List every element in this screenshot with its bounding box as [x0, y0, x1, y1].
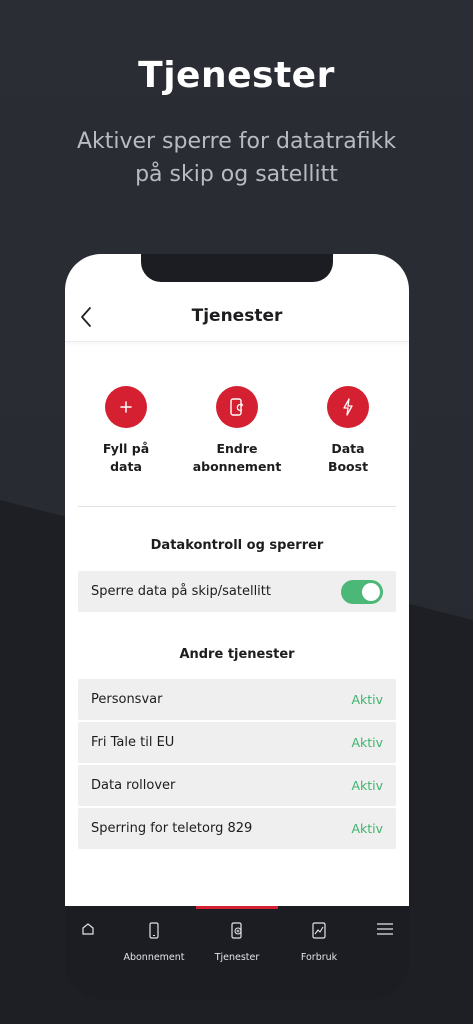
- menu-icon: [377, 923, 393, 935]
- change-subscription-label-line1: Endre: [216, 441, 258, 456]
- tab-tjenester-label: Tjenester: [214, 952, 260, 963]
- services-icon: [231, 922, 242, 939]
- status-badge: Aktiv: [351, 692, 383, 707]
- phone-frame: Tjenester Fyll på data Endre abonnement …: [65, 254, 409, 999]
- tab-menu[interactable]: [350, 922, 409, 952]
- app-header: Tjenester: [65, 294, 409, 342]
- data-boost-label-line2: Boost: [327, 459, 369, 474]
- fill-data-label-line2: data: [110, 459, 142, 474]
- hero-subtitle-line1: Aktiver sperre for datatrafikk: [76, 129, 397, 154]
- tab-abonnement-label: Abonnement: [123, 952, 185, 963]
- home-icon: [82, 923, 94, 935]
- data-boost-button[interactable]: Data Boost: [298, 386, 398, 476]
- data-block-label: Sperre data på skip/satellitt: [91, 584, 271, 599]
- service-label: Sperring for teletorg 829: [91, 821, 253, 836]
- fill-data-button[interactable]: Fyll på data: [76, 386, 176, 476]
- service-row-personsvar[interactable]: Personsvar Aktiv: [78, 679, 396, 720]
- data-boost-icon-circle: [327, 386, 369, 428]
- service-row-data-rollover[interactable]: Data rollover Aktiv: [78, 765, 396, 806]
- toggle-knob: [362, 582, 380, 601]
- data-block-toggle[interactable]: [341, 579, 383, 604]
- bottom-tab-bar: Abonnement Tjenester Forbruk: [65, 906, 409, 972]
- fill-data-icon-circle: [105, 386, 147, 428]
- page-title: Tjenester: [191, 306, 283, 326]
- tab-forbruk[interactable]: Forbruk: [284, 922, 354, 963]
- data-boost-label: Data Boost: [298, 440, 398, 476]
- tab-abonnement[interactable]: Abonnement: [119, 922, 189, 963]
- service-row-teletorg[interactable]: Sperring for teletorg 829 Aktiv: [78, 808, 396, 849]
- data-block-row[interactable]: Sperre data på skip/satellitt: [78, 571, 396, 612]
- data-control-title: Datakontroll og sperrer: [150, 538, 324, 553]
- phone-icon: [149, 922, 159, 939]
- phone-notch: [141, 254, 333, 282]
- service-label: Personsvar: [91, 692, 163, 707]
- hero-title: Tjenester: [138, 55, 335, 96]
- status-badge: Aktiv: [351, 778, 383, 793]
- change-subscription-button[interactable]: Endre abonnement: [187, 386, 287, 476]
- tab-home[interactable]: [65, 922, 123, 952]
- status-badge: Aktiv: [351, 821, 383, 836]
- tab-tjenester[interactable]: Tjenester: [202, 922, 272, 963]
- usage-chart-icon: [312, 922, 326, 939]
- status-badge: Aktiv: [351, 735, 383, 750]
- service-label: Fri Tale til EU: [91, 735, 175, 750]
- change-subscription-icon-circle: [216, 386, 258, 428]
- active-tab-indicator: [196, 906, 278, 909]
- service-row-fri-tale[interactable]: Fri Tale til EU Aktiv: [78, 722, 396, 763]
- other-services-title: Andre tjenester: [179, 647, 295, 662]
- hero-subtitle-line2: på skip og satellitt: [135, 162, 338, 187]
- section-divider: [78, 506, 396, 507]
- lightning-icon: [343, 398, 353, 416]
- fill-data-label: Fyll på data: [76, 440, 176, 476]
- change-subscription-label-line2: abonnement: [192, 459, 282, 474]
- tab-forbruk-label: Forbruk: [300, 952, 338, 963]
- fill-data-label-line1: Fyll på: [102, 441, 150, 456]
- service-label: Data rollover: [91, 778, 176, 793]
- hero-subtitle: Aktiver sperre for datatrafikk på skip o…: [40, 125, 433, 191]
- plus-icon: [120, 401, 132, 413]
- change-subscription-label: Endre abonnement: [187, 440, 287, 476]
- phone-change-icon: [230, 398, 244, 416]
- app-screen: Tjenester Fyll på data Endre abonnement …: [65, 254, 409, 906]
- quick-actions: Fyll på data Endre abonnement Data Boost: [65, 386, 409, 496]
- data-boost-label-line1: Data: [331, 441, 365, 456]
